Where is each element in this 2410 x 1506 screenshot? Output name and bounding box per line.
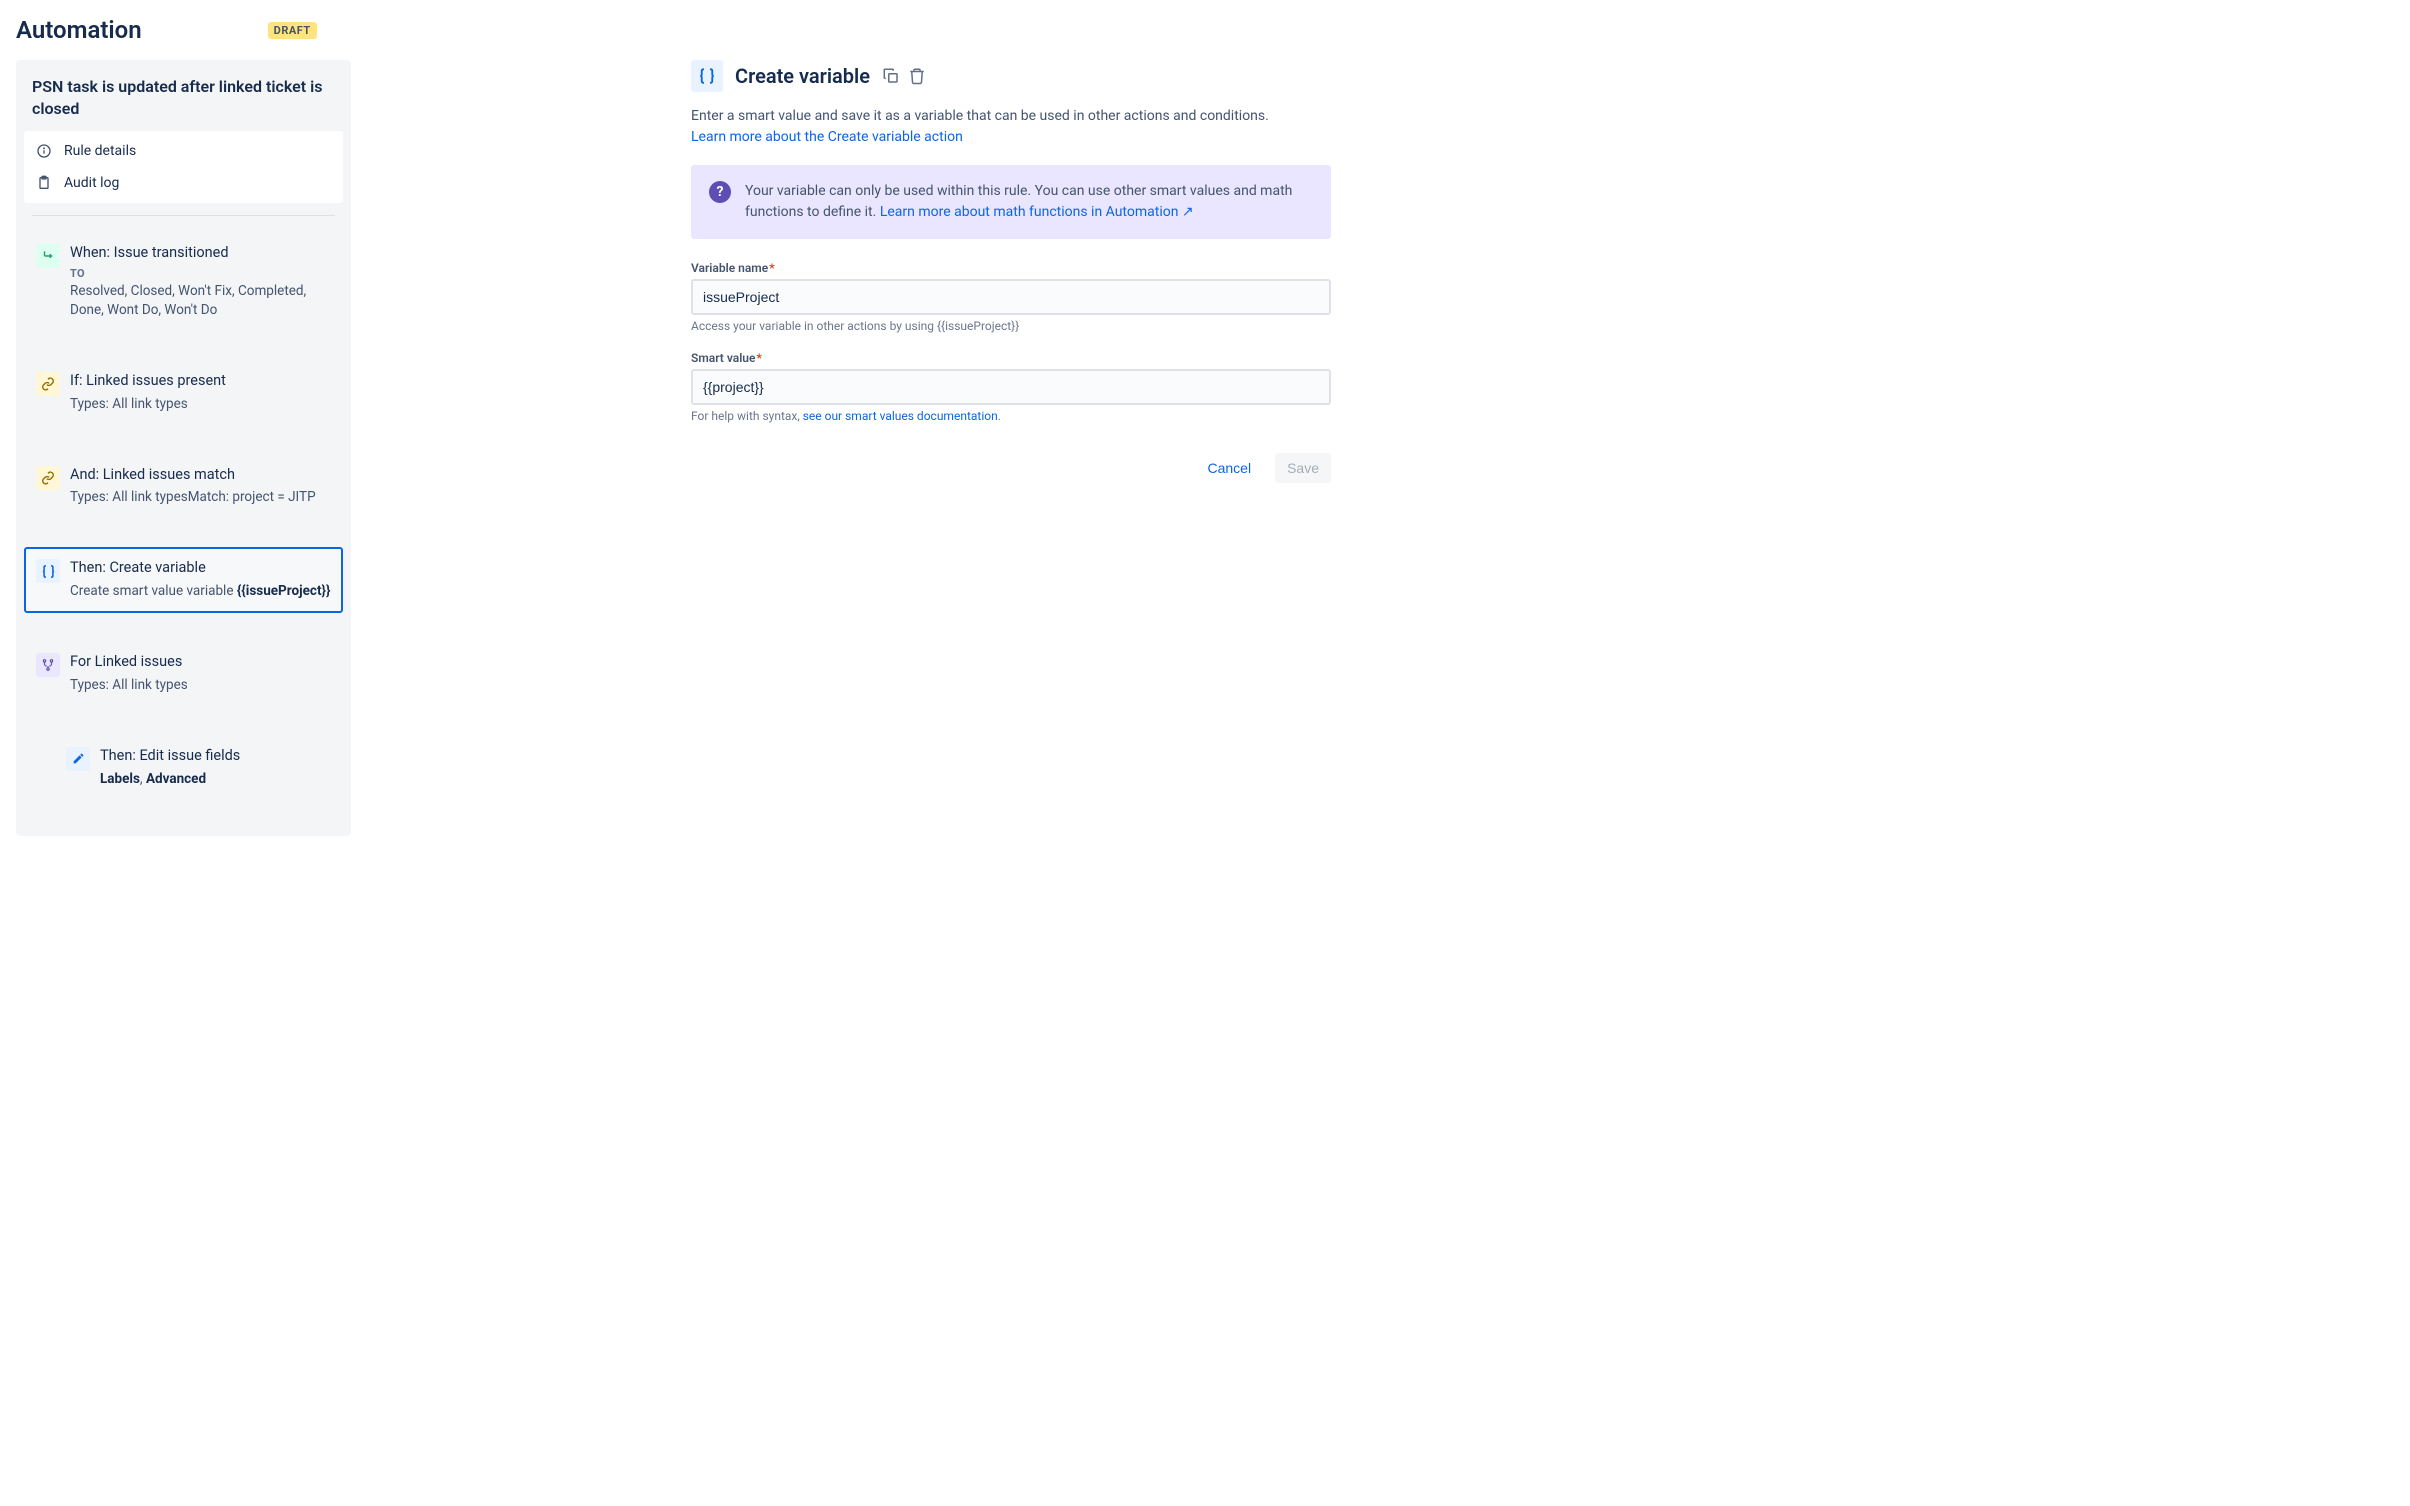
branch-icon	[36, 653, 60, 677]
step-title: And: Linked issues match	[70, 466, 331, 485]
variable-name-help: Access your variable in other actions by…	[691, 319, 1331, 333]
audit-log-label: Audit log	[64, 175, 119, 191]
step-title: When: Issue transitioned	[70, 244, 331, 263]
rule-name: PSN task is updated after linked ticket …	[16, 60, 351, 131]
step-desc: Types: All link typesMatch: project = JI…	[70, 488, 331, 507]
variable-name-label: Variable name*	[691, 261, 1331, 275]
status-badge-draft: DRAFT	[268, 22, 317, 39]
info-panel: ? Your variable can only be used within …	[691, 165, 1331, 239]
rule-sidebar: PSN task is updated after linked ticket …	[16, 60, 351, 836]
link-icon	[36, 372, 60, 396]
braces-icon	[691, 60, 723, 92]
learn-more-link[interactable]: Learn more about the Create variable act…	[691, 129, 963, 145]
step-title: For Linked issues	[70, 653, 331, 672]
step-condition-linked-present[interactable]: If: Linked issues present Types: All lin…	[24, 360, 343, 426]
step-trigger[interactable]: When: Issue transitioned TO Resolved, Cl…	[24, 232, 343, 332]
clipboard-icon	[36, 175, 52, 191]
save-button[interactable]: Save	[1275, 453, 1331, 483]
smart-value-input[interactable]	[691, 369, 1331, 405]
detail-pane: Create variable Enter a smart value and …	[691, 60, 1331, 836]
step-condition-linked-match[interactable]: And: Linked issues match Types: All link…	[24, 454, 343, 520]
detail-description: Enter a smart value and save it as a var…	[691, 106, 1331, 127]
step-desc: Resolved, Closed, Won't Fix, Completed, …	[70, 282, 331, 320]
step-create-variable[interactable]: Then: Create variable Create smart value…	[24, 547, 343, 613]
variable-name-input[interactable]	[691, 279, 1331, 315]
info-icon	[36, 143, 52, 159]
braces-icon	[36, 559, 60, 583]
detail-title: Create variable	[735, 64, 870, 88]
audit-log-link[interactable]: Audit log	[24, 167, 343, 199]
smart-value-label: Smart value*	[691, 351, 1331, 365]
step-title: Then: Edit issue fields	[100, 747, 331, 766]
rule-details-link[interactable]: Rule details	[24, 135, 343, 167]
step-desc: Labels, Advanced	[100, 770, 331, 789]
transition-icon	[36, 244, 60, 268]
page-title: Automation	[16, 16, 142, 44]
step-desc: Types: All link types	[70, 395, 331, 414]
link-icon	[36, 466, 60, 490]
step-desc: Create smart value variable {{issueProje…	[70, 582, 331, 601]
question-icon: ?	[709, 181, 731, 203]
step-title: If: Linked issues present	[70, 372, 331, 391]
trash-icon[interactable]	[908, 67, 926, 85]
pencil-icon	[66, 747, 90, 771]
step-desc: Types: All link types	[70, 676, 331, 695]
copy-icon[interactable]	[882, 67, 900, 85]
step-branch-linked[interactable]: For Linked issues Types: All link types	[24, 641, 343, 707]
smart-value-help: For help with syntax, see our smart valu…	[691, 409, 1331, 423]
step-edit-issue-fields[interactable]: Then: Edit issue fields Labels, Advanced	[54, 735, 343, 801]
divider	[32, 215, 335, 216]
cancel-button[interactable]: Cancel	[1195, 453, 1263, 483]
step-title: Then: Create variable	[70, 559, 331, 578]
math-functions-link[interactable]: Learn more about math functions in Autom…	[880, 204, 1194, 220]
smart-values-doc-link[interactable]: see our smart values documentation	[803, 409, 998, 423]
step-sublabel: TO	[70, 267, 331, 280]
rule-details-label: Rule details	[64, 143, 136, 159]
